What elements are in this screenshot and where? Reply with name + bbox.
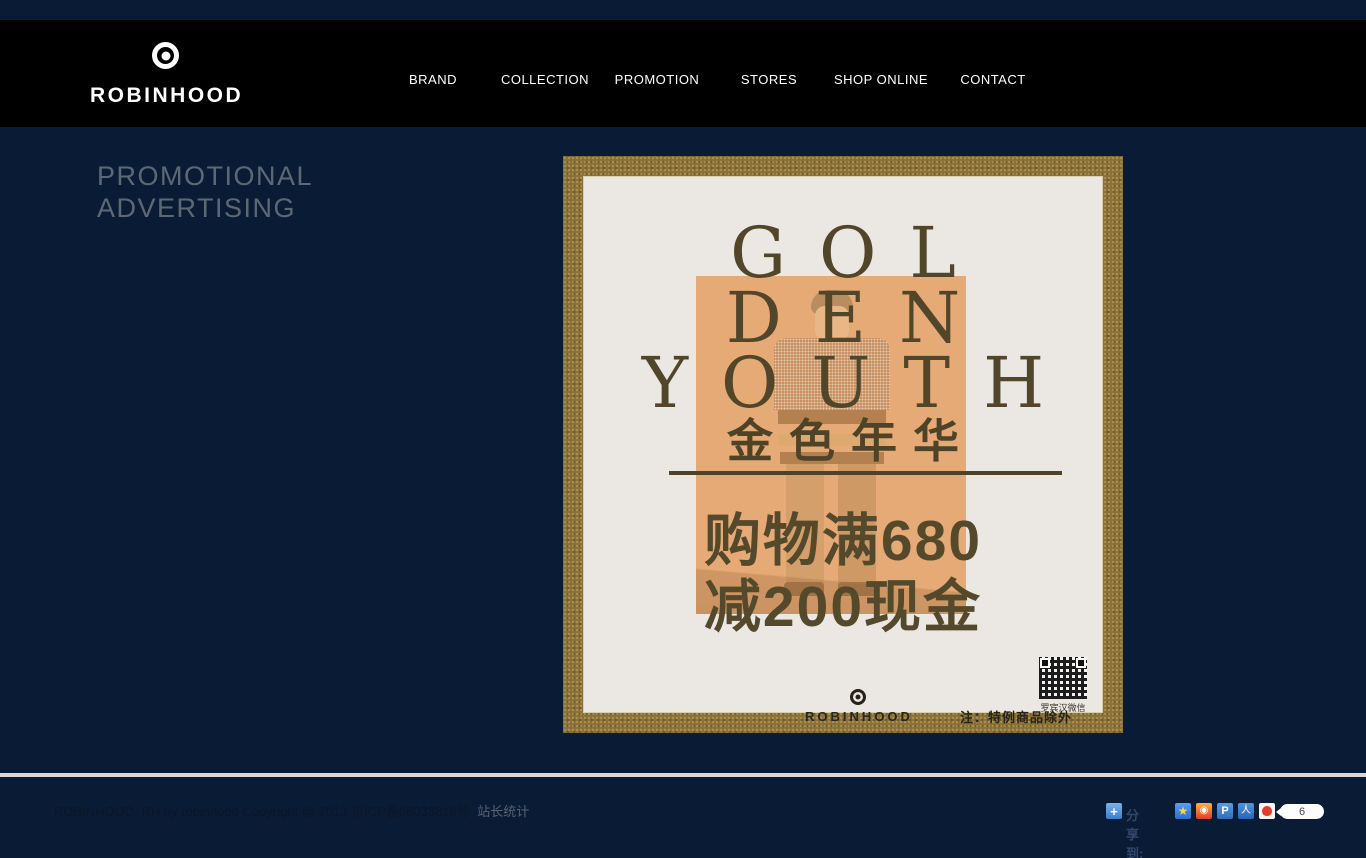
footer-divider	[0, 773, 1366, 777]
tencent-pengyou-icon[interactable]: P	[1217, 803, 1233, 819]
page: ROBINHOOD BRAND COLLECTION PROMOTION STO…	[0, 0, 1366, 858]
share-count-badge[interactable]: 6	[1280, 804, 1324, 819]
poster-target-icon	[850, 689, 866, 705]
target-logo-icon	[152, 42, 179, 69]
poster-brand-name: ROBINHOOD	[764, 709, 954, 724]
share-label: 分享到:	[1126, 805, 1143, 858]
header: ROBINHOOD BRAND COLLECTION PROMOTION STO…	[0, 20, 1366, 127]
nav-item-stores[interactable]: STORES	[713, 72, 825, 87]
nav-item-brand[interactable]: BRAND	[377, 72, 489, 87]
copyright-text: ROBINHOOD. RH by robinhood Copyright @ 2…	[54, 804, 470, 819]
brand-name: ROBINHOOD	[90, 84, 240, 108]
qzone-icon[interactable]: ★	[1175, 803, 1191, 819]
renren-icon[interactable]: 人	[1238, 803, 1254, 819]
poster-note: 注：特例商品除外	[960, 707, 1072, 726]
tencent-weibo-icon[interactable]	[1259, 803, 1275, 819]
nav-item-collection[interactable]: COLLECTION	[489, 72, 601, 87]
poster-offer-line2: 减200现金	[584, 561, 1102, 643]
sina-weibo-icon[interactable]: ◉	[1196, 803, 1212, 819]
page-title-line1: PROMOTIONAL	[97, 160, 313, 192]
promo-poster[interactable]: GOL DEN YOUTH 金色年华 购物满680 减200现金 ROBINHO…	[563, 156, 1123, 733]
page-title-line2: ADVERTISING	[97, 192, 313, 224]
share-more-icon[interactable]: +	[1106, 803, 1122, 819]
poster-title-chinese: 金色年华	[584, 405, 1102, 471]
nav-item-contact[interactable]: CONTACT	[937, 72, 1049, 87]
nav-item-shop-online[interactable]: SHOP ONLINE	[825, 72, 937, 87]
main-nav: BRAND COLLECTION PROMOTION STORES SHOP O…	[377, 72, 1049, 87]
brand-logo[interactable]: ROBINHOOD	[90, 32, 240, 120]
footer-copyright: ROBINHOOD. RH by robinhood Copyright @ 2…	[54, 801, 529, 820]
page-title: PROMOTIONAL ADVERTISING	[97, 160, 313, 224]
poster-paper: GOL DEN YOUTH 金色年华 购物满680 减200现金 ROBINHO…	[583, 176, 1103, 713]
site-stats-link[interactable]: 站长统计	[477, 804, 529, 819]
wechat-qr-code	[1039, 657, 1087, 699]
nav-item-promotion[interactable]: PROMOTION	[601, 72, 713, 87]
poster-title: GOL DEN YOUTH	[584, 221, 1102, 416]
poster-divider	[669, 471, 1062, 475]
